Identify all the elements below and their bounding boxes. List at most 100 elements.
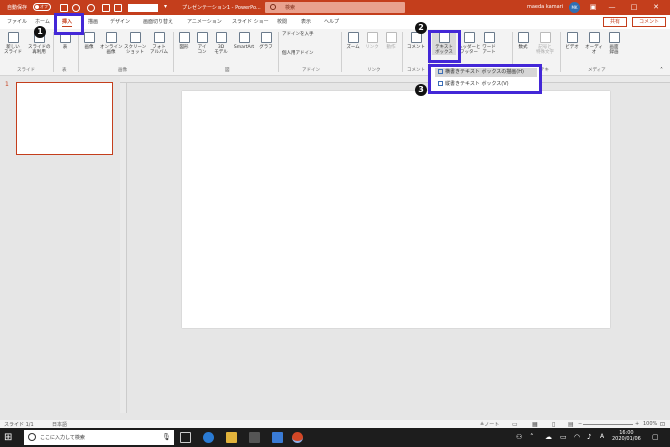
comments-button[interactable]: コメント [632, 17, 666, 27]
search-input[interactable]: 検索 [265, 2, 405, 13]
tab-view[interactable]: 表示 [301, 18, 311, 25]
notifications-icon[interactable]: ▢ [652, 433, 659, 441]
task-view-icon[interactable] [180, 432, 191, 443]
group-table-label: 表 [62, 68, 67, 73]
zoom-label: ズーム [346, 45, 360, 50]
collapse-ribbon-icon[interactable]: ˄ [660, 67, 663, 74]
slide-thumbnail[interactable] [16, 82, 113, 155]
ribbon-display-icon[interactable]: ▣ [587, 2, 599, 12]
touch-mode-icon[interactable] [114, 4, 122, 12]
share-button[interactable]: 共有 [603, 17, 627, 27]
normal-view-icon[interactable]: ▭ [512, 421, 518, 428]
file-explorer-icon[interactable] [226, 432, 237, 443]
image-icon [83, 32, 95, 43]
zoom-out-icon[interactable]: − [578, 421, 582, 427]
my-addin-button[interactable]: 個人用アドイン [282, 51, 342, 56]
autosave-label: 自動保存 [7, 5, 28, 11]
link-label: リンク [365, 45, 379, 50]
action-button[interactable]: 動作 [383, 32, 399, 50]
wifi-icon[interactable]: ◠ [574, 433, 580, 441]
online-image-button[interactable]: オンライン 画像 [100, 32, 123, 55]
shapes-button[interactable]: 図形 [176, 32, 192, 50]
volume-icon[interactable]: ♪ [587, 433, 591, 441]
ime-icon[interactable]: A [600, 433, 604, 440]
tray-arrow-icon[interactable]: ˄ [530, 433, 534, 441]
smartart-label: SmartArt [233, 45, 255, 50]
system-clock[interactable]: 16:00 2020/01/06 [612, 430, 641, 442]
windows-taskbar: ⊞ ここに入力して検索 🎙 ⚇ ˄ ☁ ▭ ◠ ♪ A 16:00 2020/0… [0, 428, 670, 447]
zoom-slider[interactable] [583, 424, 633, 425]
battery-icon[interactable]: ▭ [560, 433, 567, 441]
restore-button[interactable]: □ [628, 2, 640, 12]
new-slide-button[interactable]: 新しい スライド [2, 32, 24, 55]
slide-info: スライド 1/1 [4, 422, 34, 428]
formula-button[interactable]: 数式 [515, 32, 531, 50]
slide-canvas [127, 83, 670, 413]
photo-album-button[interactable]: フォト アルバム [148, 32, 170, 55]
tab-help[interactable]: ヘルプ [324, 18, 339, 25]
edge-icon[interactable] [203, 432, 214, 443]
audio-button[interactable]: オーディオ [583, 32, 605, 55]
minimize-button[interactable]: — [606, 2, 618, 12]
icons-label: アイ コン [197, 45, 207, 55]
symbol-button[interactable]: 記号と 特殊文字 [534, 32, 556, 55]
share-label: 共有 [609, 19, 620, 25]
present-icon[interactable] [102, 4, 110, 12]
language-indicator[interactable]: 日本語 [52, 421, 67, 428]
mail-icon[interactable] [272, 432, 283, 443]
tab-file[interactable]: ファイル [7, 18, 27, 25]
separator [78, 32, 79, 72]
link-button[interactable]: リンク [364, 32, 380, 50]
comment-label: コメント [407, 45, 425, 50]
3d-model-button[interactable]: 3D モデル [212, 32, 230, 55]
redo-icon[interactable] [87, 4, 95, 12]
fit-slide-icon[interactable]: ⊡ [660, 421, 665, 428]
notes-button[interactable]: ≜ノート [480, 421, 499, 428]
screenshot-button[interactable]: スクリーン ショット [124, 32, 146, 55]
shapes-label: 図形 [179, 45, 189, 50]
reading-view-icon[interactable]: ▯ [552, 421, 555, 428]
user-name[interactable]: maeda kamari [527, 4, 563, 10]
tab-slideshow[interactable]: スライド ショー [232, 18, 269, 25]
store-icon[interactable] [249, 432, 260, 443]
separator [341, 32, 342, 72]
taskbar-search-input[interactable]: ここに入力して検索 🎙 [24, 430, 174, 445]
video-button[interactable]: ビデオ [564, 32, 580, 50]
tab-review[interactable]: 校閲 [277, 18, 287, 25]
zoom-in-icon[interactable]: + [635, 421, 639, 427]
graph-button[interactable]: グラフ [258, 32, 274, 50]
zoom-button[interactable]: ズーム [345, 32, 361, 50]
font-input[interactable] [128, 4, 158, 12]
undo-icon[interactable] [72, 4, 80, 12]
people-icon[interactable]: ⚇ [516, 433, 522, 441]
onedrive-icon[interactable]: ☁ [545, 433, 552, 441]
avatar[interactable]: MK [569, 2, 580, 13]
separator [173, 32, 174, 72]
smartart-button[interactable]: SmartArt [232, 32, 256, 50]
tab-transitions[interactable]: 画面切り替え [143, 18, 173, 25]
tab-design[interactable]: デザイン [110, 18, 130, 25]
comment-button[interactable]: コメント [405, 32, 427, 50]
microphone-icon[interactable]: 🎙 [162, 433, 171, 441]
tab-home[interactable]: ホーム [35, 18, 50, 25]
header-footer-button[interactable]: ヘッダーと フッター [458, 32, 481, 55]
zoom-level[interactable]: 100% [643, 421, 657, 427]
icons-button[interactable]: アイ コン [194, 32, 210, 55]
vertical-ruler [120, 83, 127, 413]
tab-animations[interactable]: アニメーション [187, 18, 222, 25]
powerpoint-icon[interactable] [292, 432, 303, 443]
slide-sorter-icon[interactable]: ▦ [532, 421, 538, 428]
tab-draw[interactable]: 描画 [88, 18, 98, 25]
autosave-toggle[interactable]: オフ [33, 3, 51, 11]
slide[interactable] [182, 91, 610, 328]
audio-icon [588, 32, 600, 43]
group-image-label: 画像 [118, 68, 127, 73]
windows-start-icon[interactable]: ⊞ [4, 432, 15, 443]
wordart-button[interactable]: ワード アート [481, 32, 497, 55]
customize-qat-icon[interactable]: ▾ [164, 3, 167, 10]
slideshow-view-icon[interactable]: ▤ [568, 421, 574, 428]
get-addin-button[interactable]: アドインを入手 [282, 32, 342, 37]
save-icon[interactable] [60, 4, 68, 12]
close-button[interactable]: ✕ [650, 2, 662, 12]
screen-record-button[interactable]: 画面 録画 [606, 32, 622, 55]
